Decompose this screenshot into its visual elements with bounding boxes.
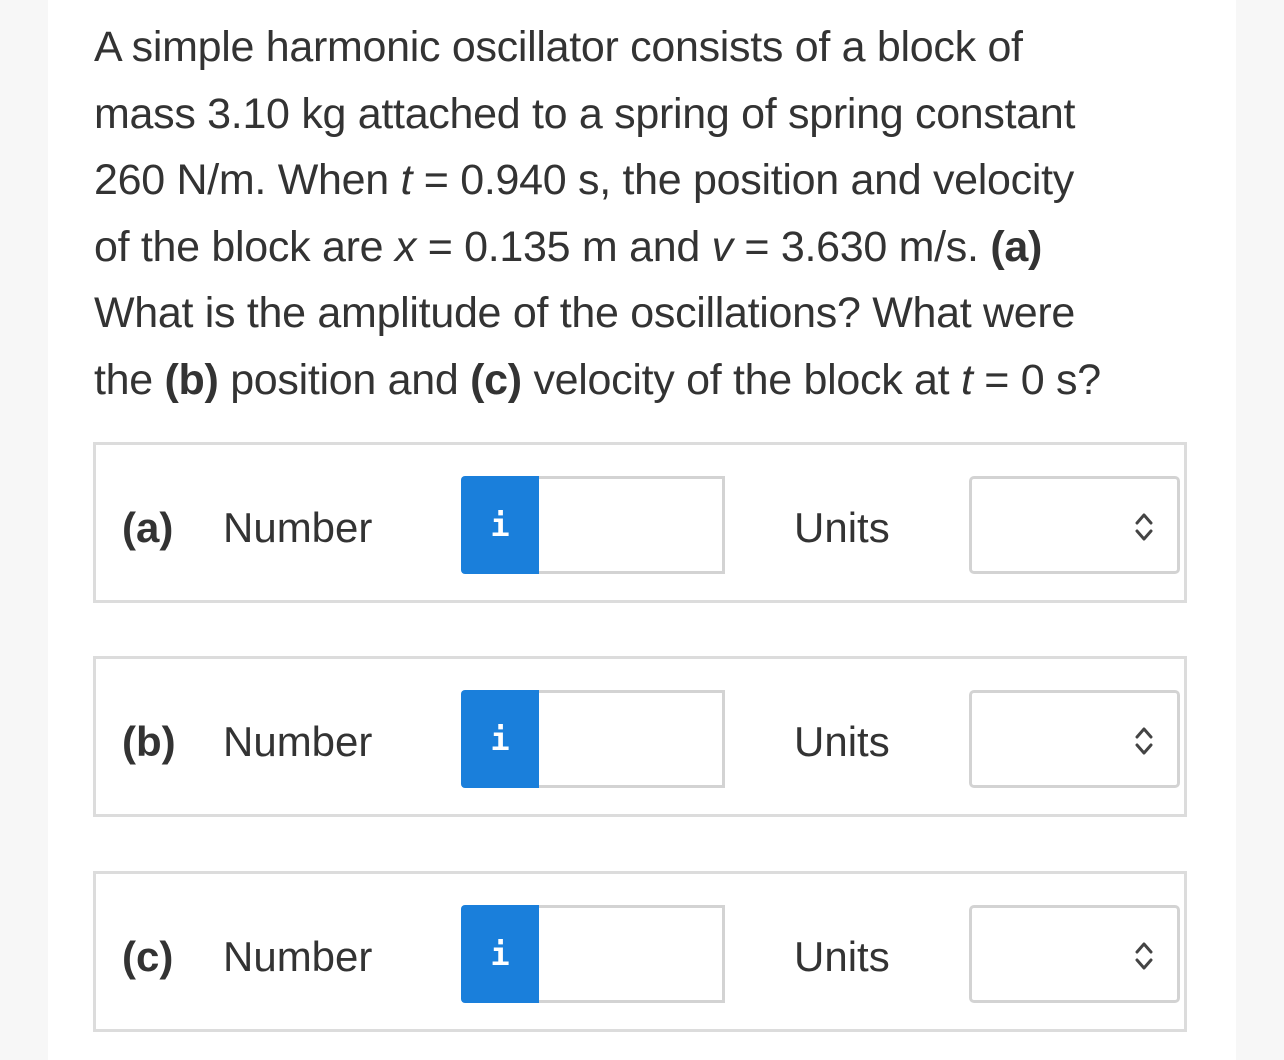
info-icon-button[interactable]: i xyxy=(461,905,539,1003)
part-letter: (c) xyxy=(122,933,174,980)
question-line: A simple harmonic oscillator consists of… xyxy=(94,23,1023,71)
info-icon: i xyxy=(490,506,510,544)
info-icon-button[interactable]: i xyxy=(461,476,539,574)
units-label: Units xyxy=(794,504,890,551)
question-line: 260 N/m. When t = 0.940 s, the position … xyxy=(94,156,1074,204)
number-input[interactable] xyxy=(539,690,725,788)
answer-part-a: (a) Number i Units xyxy=(93,442,1187,603)
units-select[interactable] xyxy=(969,476,1180,574)
part-letter: (a) xyxy=(122,504,174,551)
number-input[interactable] xyxy=(539,905,725,1003)
number-input[interactable] xyxy=(539,476,725,574)
info-icon: i xyxy=(490,935,510,973)
units-select[interactable] xyxy=(969,905,1180,1003)
units-label: Units xyxy=(794,718,890,765)
units-select[interactable] xyxy=(969,690,1180,788)
answer-part-c: (c) Number i Units xyxy=(93,871,1187,1032)
number-label: Number xyxy=(223,504,373,551)
question-line: What is the amplitude of the oscillation… xyxy=(94,289,1076,337)
question-line: of the block are x = 0.135 m and v = 3.6… xyxy=(94,222,1042,271)
chevron-up-down-icon xyxy=(1135,513,1153,541)
chevron-up-down-icon xyxy=(1135,942,1153,970)
question-line: mass 3.10 kg attached to a spring of spr… xyxy=(94,89,1076,138)
units-label: Units xyxy=(794,933,890,980)
info-icon: i xyxy=(490,720,510,758)
info-icon-button[interactable]: i xyxy=(461,690,539,788)
question-line: the (b) position and (c) velocity of the… xyxy=(94,355,1101,404)
page: A simple harmonic oscillator consists of… xyxy=(48,0,1236,1060)
number-label: Number xyxy=(223,933,373,980)
part-letter: (b) xyxy=(122,718,176,765)
question-text: A simple harmonic oscillator consists of… xyxy=(94,14,1204,413)
answer-part-b: (b) Number i Units xyxy=(93,656,1187,817)
number-label: Number xyxy=(223,718,373,765)
chevron-up-down-icon xyxy=(1135,727,1153,755)
